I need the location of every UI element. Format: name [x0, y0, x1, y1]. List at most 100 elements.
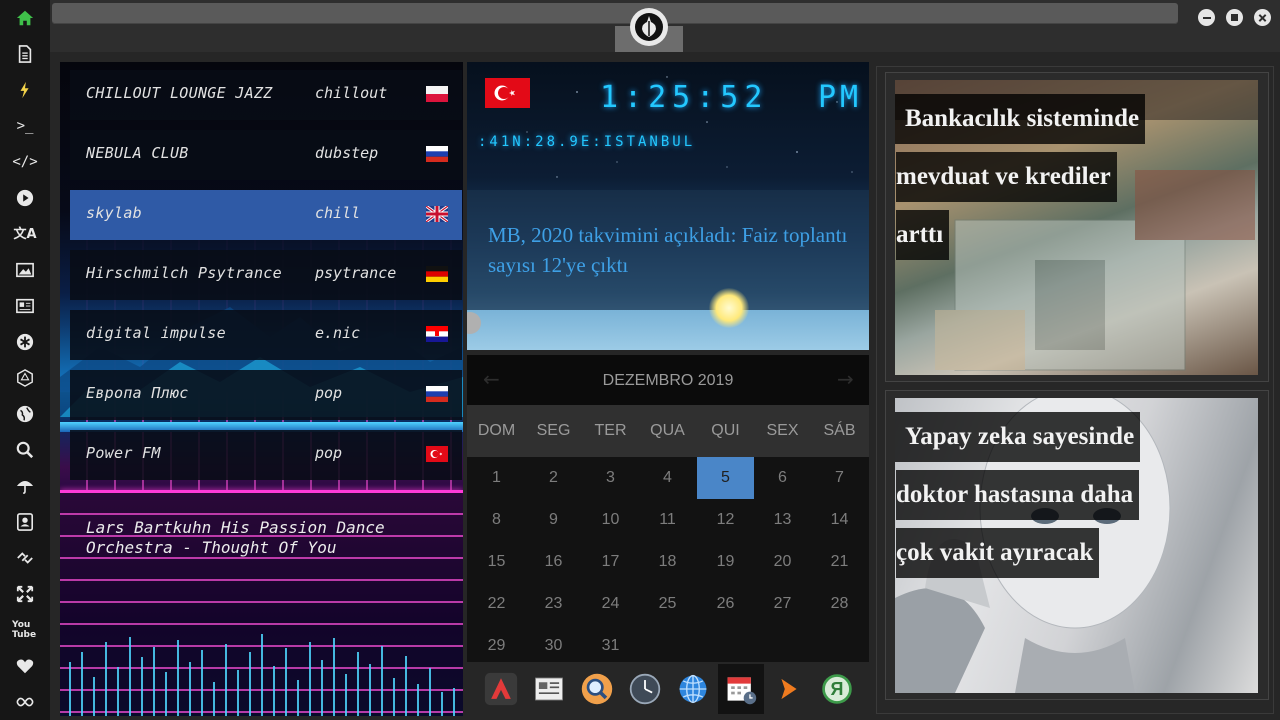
news-headline-line[interactable]: mevduat ve krediler: [896, 152, 1117, 202]
calendar-day[interactable]: 3: [582, 457, 639, 499]
heart-icon[interactable]: [12, 653, 38, 679]
calendar-next-button[interactable]: →: [837, 367, 854, 391]
news-headline-line[interactable]: arttı: [896, 210, 950, 260]
russia-flag-icon: [426, 386, 448, 402]
calendar-day[interactable]: 6: [754, 457, 811, 499]
address-bar[interactable]: [52, 3, 1178, 24]
calendar-day[interactable]: 12: [697, 499, 754, 541]
news-headline-line[interactable]: çok vakit ayıracak: [896, 528, 1100, 578]
search-app-icon[interactable]: [578, 670, 616, 708]
calendar-month-title: DEZEMBRO 2019: [602, 372, 734, 389]
weekday-label: SÁB: [823, 422, 856, 439]
calendar-day[interactable]: 19: [697, 541, 754, 583]
news-app-icon[interactable]: [530, 670, 568, 708]
calendar-day[interactable]: 27: [754, 583, 811, 625]
calendar-day[interactable]: 2: [525, 457, 582, 499]
translate-icon[interactable]: 文A: [12, 221, 38, 247]
yandex-icon[interactable]: Я: [818, 670, 856, 708]
poland-flag-icon: [426, 86, 448, 102]
calendar-day[interactable]: 16: [525, 541, 582, 583]
weekday-label: SEX: [766, 422, 799, 439]
clock-headline[interactable]: MB, 2020 takvimini açıkladı: Faiz toplan…: [488, 220, 848, 280]
news-headline-line[interactable]: Bankacılık sisteminde: [895, 94, 1146, 144]
news-headline-line[interactable]: Yapay zeka sayesinde: [895, 412, 1141, 462]
station-name: Power FM: [86, 444, 161, 462]
rebel-alliance-icon[interactable]: [630, 8, 668, 46]
station-row[interactable]: NEBULA CLUB dubstep: [70, 130, 462, 180]
search-icon[interactable]: [12, 437, 38, 463]
maximize-button[interactable]: [1226, 9, 1243, 26]
calendar-day[interactable]: 25: [639, 583, 696, 625]
calendar-day[interactable]: 22: [468, 583, 525, 625]
calendar-day[interactable]: 20: [754, 541, 811, 583]
station-name: skylab: [86, 204, 142, 222]
youtube-icon[interactable]: You Tube: [12, 617, 38, 643]
minimize-button[interactable]: [1198, 9, 1215, 26]
station-name: Европа Плюс: [86, 384, 189, 402]
weekday-label: TER: [594, 422, 627, 439]
calendar-day[interactable]: 4: [639, 457, 696, 499]
calendar-day[interactable]: 17: [582, 541, 639, 583]
station-name: Hirschmilch Psytrance: [86, 264, 282, 282]
calendar-day[interactable]: 30: [525, 625, 582, 667]
calendar-day[interactable]: 7: [811, 457, 868, 499]
calendar-weekday-row: DOM SEG TER QUA QUI SEX SÁB: [467, 405, 869, 457]
contact-card-icon[interactable]: [12, 509, 38, 535]
calendar-day[interactable]: 28: [811, 583, 868, 625]
station-row[interactable]: Power FM pop: [70, 430, 462, 480]
radio-panel: CHILLOUT LOUNGE JAZZ chillout NEBULA CLU…: [60, 62, 463, 716]
calendar-day[interactable]: 21: [811, 541, 868, 583]
station-row[interactable]: CHILLOUT LOUNGE JAZZ chillout: [70, 70, 462, 120]
document-icon[interactable]: [12, 41, 38, 67]
croatia-flag-icon: [426, 326, 448, 342]
newspaper-icon[interactable]: [12, 293, 38, 319]
image-icon[interactable]: [12, 257, 38, 283]
umbrella-icon[interactable]: [12, 473, 38, 499]
globe-app-icon[interactable]: [674, 670, 712, 708]
globe-icon[interactable]: [12, 401, 38, 427]
arch-icon[interactable]: [482, 670, 520, 708]
link-icon[interactable]: [12, 545, 38, 571]
code-icon[interactable]: </>: [12, 149, 38, 175]
calendar-day[interactable]: 29: [468, 625, 525, 667]
calendar-day[interactable]: 10: [582, 499, 639, 541]
russia-flag-icon: [426, 146, 448, 162]
calendar-day[interactable]: 26: [697, 583, 754, 625]
asterisk-icon[interactable]: [12, 329, 38, 355]
calendar-day[interactable]: 9: [525, 499, 582, 541]
weekday-label: QUI: [711, 422, 740, 439]
station-row[interactable]: digital impulse e.nic: [70, 310, 462, 360]
infinity-icon[interactable]: [12, 689, 38, 715]
calendar-day-today[interactable]: 5: [697, 457, 754, 499]
youtube-icon-text: You Tube: [12, 620, 37, 640]
calendar-app-icon[interactable]: [722, 670, 760, 708]
calendar-day[interactable]: 11: [639, 499, 696, 541]
clock-app-icon[interactable]: [626, 670, 664, 708]
play-icon[interactable]: [12, 185, 38, 211]
terminal-icon[interactable]: >_: [12, 113, 38, 139]
calendar-day[interactable]: 14: [811, 499, 868, 541]
station-row[interactable]: Hirschmilch Psytrance psytrance: [70, 250, 462, 300]
station-genre: chillout: [315, 84, 388, 102]
calendar-day[interactable]: 18: [639, 541, 696, 583]
bolt-icon[interactable]: [12, 77, 38, 103]
arrow-app-icon[interactable]: [770, 670, 808, 708]
station-genre: chill: [315, 204, 361, 222]
calendar-day[interactable]: 31: [582, 625, 639, 667]
close-button[interactable]: [1254, 9, 1271, 26]
news-headline-line[interactable]: doktor hastasına daha: [896, 470, 1140, 520]
station-genre: e.nic: [315, 324, 361, 342]
calendar-day[interactable]: 24: [582, 583, 639, 625]
expand-icon[interactable]: [12, 581, 38, 607]
calendar-day[interactable]: 15: [468, 541, 525, 583]
station-row[interactable]: Европа Плюс pop: [70, 370, 462, 420]
calendar-day[interactable]: 1: [468, 457, 525, 499]
calendar-day[interactable]: 8: [468, 499, 525, 541]
station-row-selected[interactable]: skylab chill: [70, 190, 462, 240]
hexagon-icon[interactable]: [12, 365, 38, 391]
station-name: digital impulse: [86, 324, 226, 342]
calendar-day[interactable]: 13: [754, 499, 811, 541]
home-icon[interactable]: [12, 5, 38, 31]
clock-location: :41N:28.9E:ISTANBUL: [478, 134, 696, 150]
calendar-day[interactable]: 23: [525, 583, 582, 625]
